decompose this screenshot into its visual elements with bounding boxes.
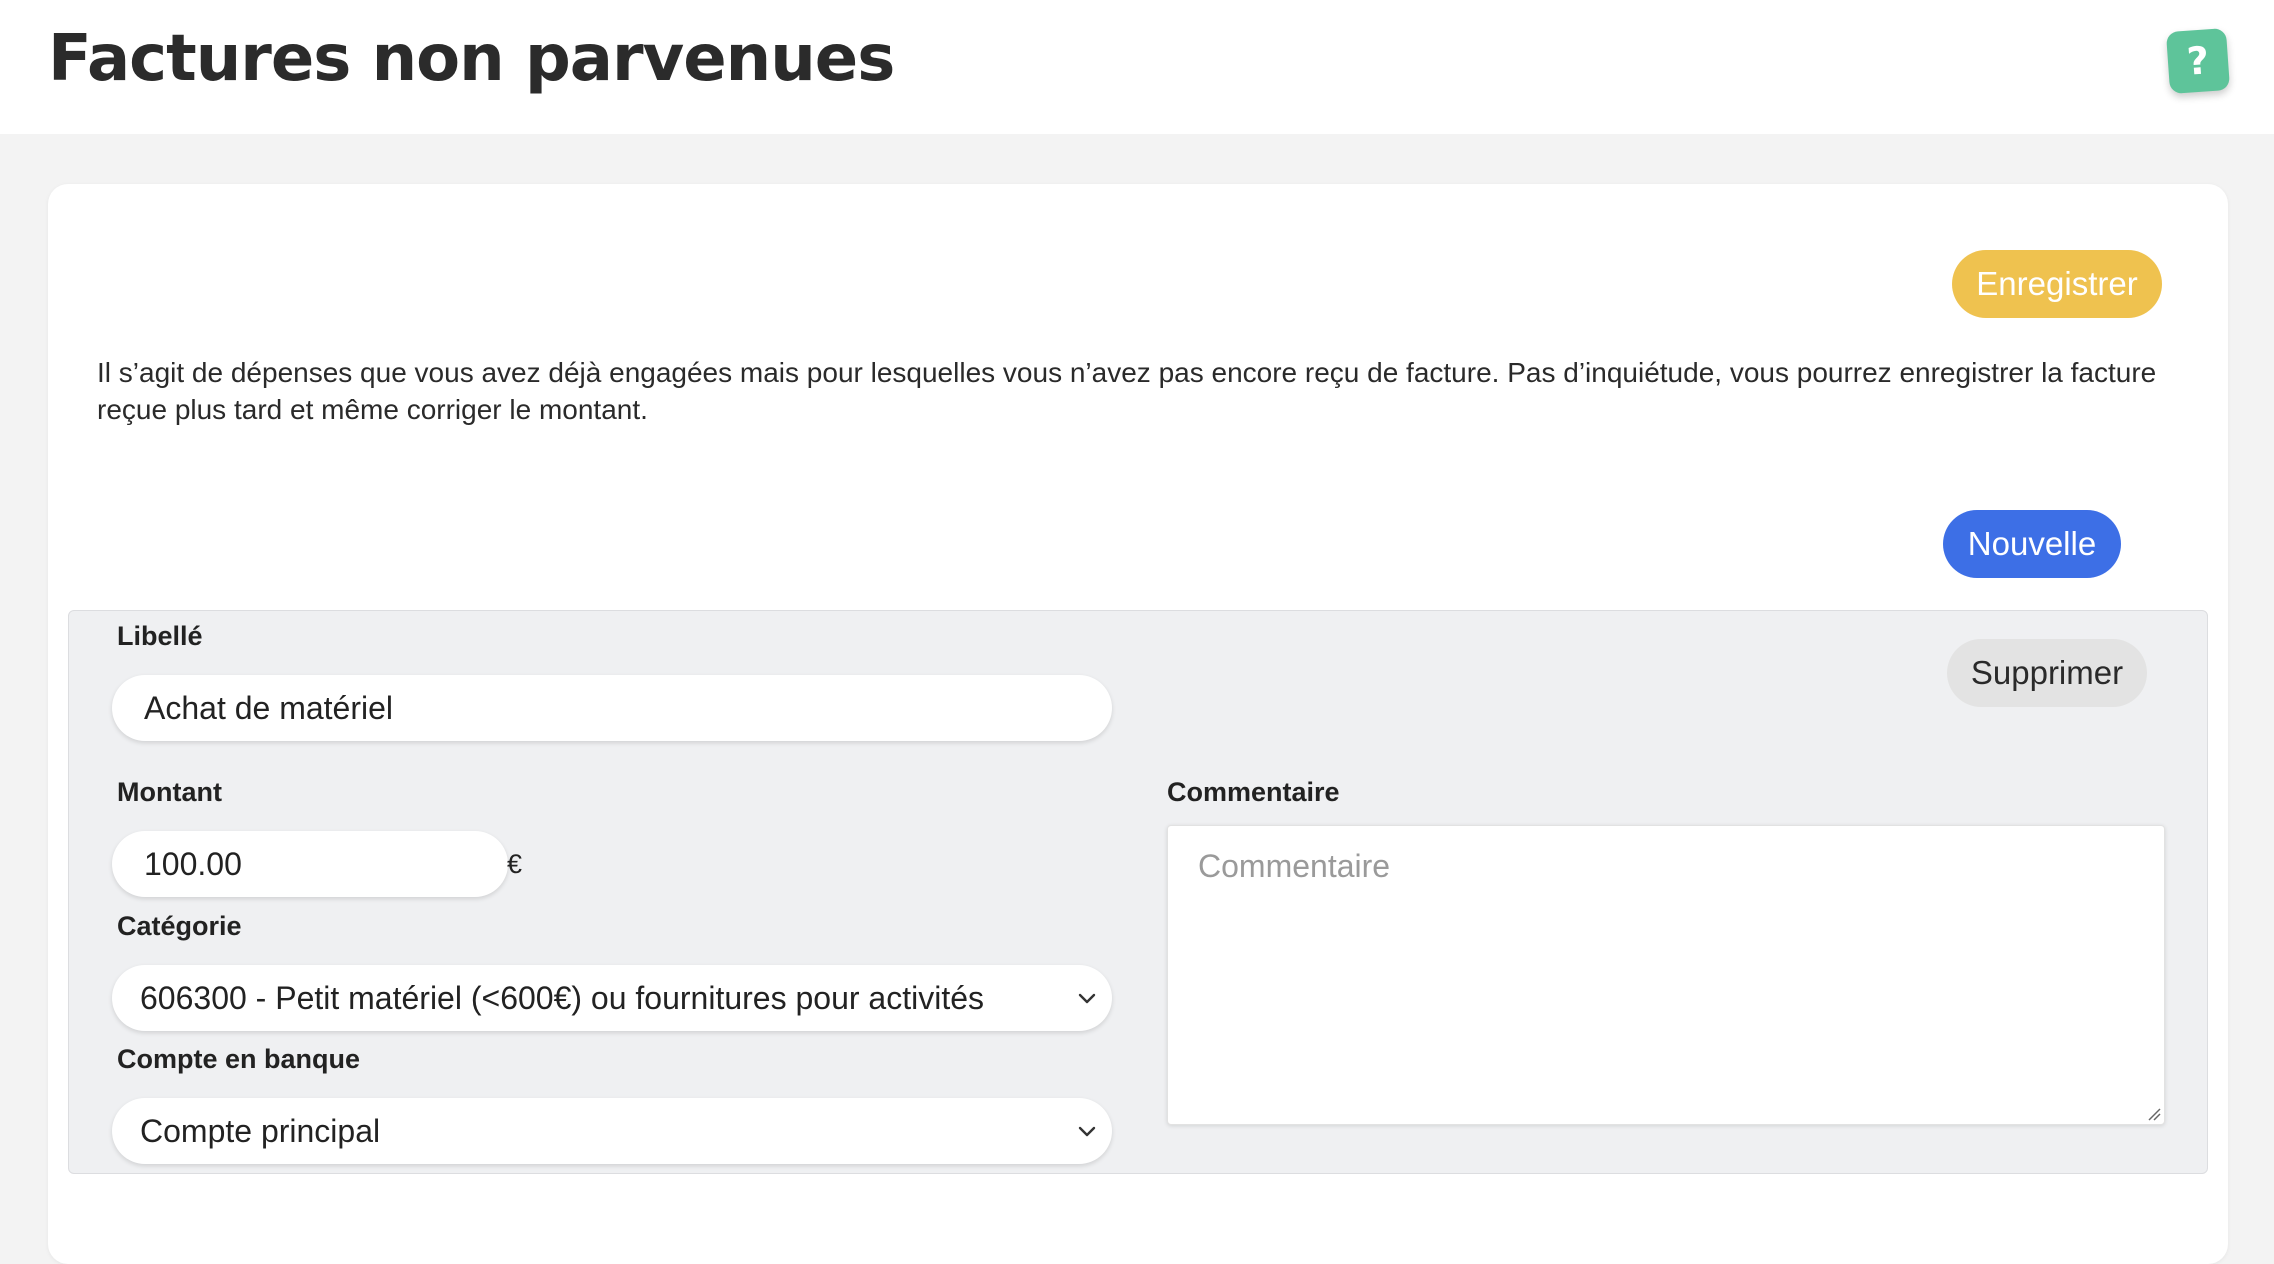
compte-label: Compte en banque	[117, 1044, 361, 1074]
page-title: Factures non parvenues	[48, 22, 895, 96]
libelle-label: Libellé	[117, 621, 203, 651]
categorie-selected-value: 606300 - Petit matériel (<600€) ou fourn…	[140, 979, 985, 1016]
compte-selected-value: Compte principal	[140, 1112, 381, 1149]
libelle-input[interactable]	[112, 675, 1112, 741]
help-button[interactable]: ?	[2165, 27, 2231, 95]
new-entry-button[interactable]: Nouvelle	[1943, 510, 2121, 578]
categorie-select[interactable]: 606300 - Petit matériel (<600€) ou fourn…	[112, 965, 1112, 1031]
categorie-label: Catégorie	[117, 911, 242, 941]
chevron-down-icon	[1078, 993, 1096, 1004]
intro-text: Il s’agit de dépenses que vous avez déjà…	[97, 357, 2157, 425]
commentaire-textarea[interactable]	[1167, 825, 2165, 1125]
delete-button[interactable]: Supprimer	[1947, 639, 2147, 707]
page-header: Factures non parvenues ?	[0, 0, 2274, 134]
chevron-down-icon	[1078, 1126, 1096, 1137]
montant-label: Montant	[117, 777, 222, 807]
help-icon: ?	[2185, 38, 2211, 84]
resize-handle-icon[interactable]	[2147, 1107, 2161, 1121]
montant-input[interactable]	[112, 831, 508, 897]
save-button[interactable]: Enregistrer	[1952, 250, 2162, 318]
commentaire-label: Commentaire	[1167, 777, 1340, 807]
compte-select[interactable]: Compte principal	[112, 1098, 1112, 1164]
main-card: Enregistrer Il s’agit de dépenses que vo…	[48, 184, 2228, 1264]
currency-symbol: €	[507, 849, 523, 879]
invoice-entry: Libellé Supprimer Montant € Catégorie 60…	[68, 610, 2208, 1174]
